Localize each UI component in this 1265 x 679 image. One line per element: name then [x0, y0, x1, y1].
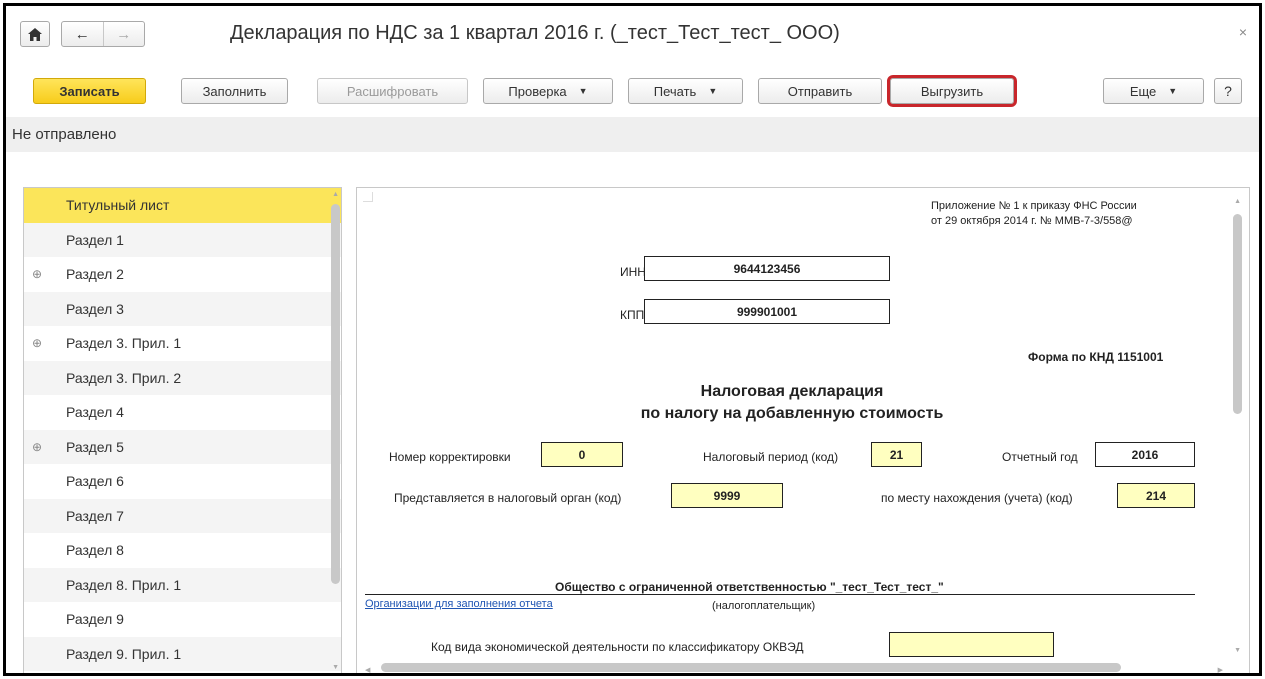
kpp-field[interactable]: 999901001 — [644, 299, 890, 324]
section-item[interactable]: Титульный лист — [24, 188, 341, 223]
window-title: Декларация по НДС за 1 квартал 2016 г. (… — [230, 22, 840, 44]
chevron-down-icon: ▼ — [1168, 86, 1178, 96]
form-vertical-scrollbar[interactable] — [1233, 214, 1242, 414]
heading-line-1: Налоговая декларация — [700, 383, 884, 400]
heading-line-2: по налогу на добавленную стоимость — [640, 405, 944, 422]
section-item[interactable]: Раздел 3 — [24, 291, 341, 326]
okved-label: Код вида экономической деятельности по к… — [431, 640, 804, 654]
section-item-label: Раздел 9. Прил. 1 — [66, 645, 182, 662]
tax-period-field[interactable]: 21 — [871, 442, 922, 467]
form-viewer: Приложение № 1 к приказу ФНС России от 2… — [356, 187, 1250, 673]
section-item[interactable]: Раздел 1 — [24, 222, 341, 257]
section-item-label: Раздел 5 — [66, 438, 124, 455]
help-button[interactable]: ? — [1214, 78, 1242, 104]
home-button[interactable] — [20, 21, 50, 47]
form-horizontal-scrollbar[interactable] — [381, 663, 1121, 672]
section-item-label: Раздел 7 — [66, 507, 124, 524]
section-item[interactable]: Раздел 8 — [24, 533, 341, 568]
back-arrow-icon: ← — [74, 25, 90, 43]
check-label: Проверка — [508, 83, 567, 99]
scroll-down-icon[interactable]: ▼ — [1234, 647, 1241, 654]
location-code-label: по месту нахождения (учета) (код) — [881, 491, 1073, 505]
expand-icon[interactable]: ⊕ — [32, 267, 42, 281]
send-button[interactable]: Отправить — [758, 78, 882, 104]
section-item[interactable]: Раздел 3. Прил. 2 — [24, 360, 341, 395]
page-corner — [363, 192, 373, 202]
appendix-line-2: от 29 октября 2014 г. № ММВ-7-3/558@ — [931, 215, 1133, 227]
print-dropdown-button[interactable]: Печать ▼ — [628, 78, 743, 104]
report-year-label: Отчетный год — [1002, 450, 1078, 464]
scroll-down-icon[interactable]: ▼ — [332, 664, 339, 671]
section-item-label: Раздел 3. Прил. 1 — [66, 335, 182, 352]
back-button[interactable]: ← — [62, 22, 103, 46]
appendix-line-1: Приложение № 1 к приказу ФНС России — [931, 200, 1137, 212]
section-item[interactable]: Раздел 4 — [24, 395, 341, 430]
section-item-label: Раздел 2 — [66, 266, 124, 283]
section-item[interactable]: Раздел 9. Прил. 1 — [24, 636, 341, 671]
section-item[interactable]: Раздел 8. Прил. 1 — [24, 567, 341, 602]
fill-button[interactable]: Заполнить — [181, 78, 288, 104]
report-year-field[interactable]: 2016 — [1095, 442, 1195, 467]
section-list-scrollbar[interactable] — [331, 204, 340, 584]
correction-number-label: Номер корректировки — [389, 450, 511, 464]
navigation-group: ← → — [61, 21, 145, 47]
section-item-label: Раздел 1 — [66, 231, 124, 248]
section-item[interactable]: ⊕ Раздел 5 — [24, 429, 341, 464]
scroll-up-icon[interactable]: ▲ — [332, 191, 339, 198]
scroll-right-icon[interactable]: ▶ — [1218, 666, 1223, 673]
forward-button[interactable]: → — [102, 22, 145, 46]
print-label: Печать — [653, 83, 697, 99]
tax-authority-field[interactable]: 9999 — [671, 483, 783, 508]
section-item-label: Раздел 6 — [66, 473, 124, 490]
decode-button[interactable]: Расшифровать — [317, 78, 468, 104]
organization-name: Общество с ограниченной ответственностью… — [555, 580, 944, 594]
section-item-label: Раздел 3. Прил. 2 — [66, 369, 182, 386]
declaration-window: ← → Декларация по НДС за 1 квартал 2016 … — [3, 3, 1262, 676]
expand-icon[interactable]: ⊕ — [32, 440, 42, 454]
section-item-label: Раздел 8. Прил. 1 — [66, 576, 182, 593]
title-bar: ← → Декларация по НДС за 1 квартал 2016 … — [6, 6, 1259, 64]
organization-underline — [365, 594, 1195, 595]
section-items: Титульный лист Раздел 1 ⊕ Раздел 2 Раздел 3 ⊕… — [24, 188, 341, 671]
section-item[interactable]: Раздел 6 — [24, 464, 341, 499]
more-label: Еще — [1129, 83, 1157, 99]
chevron-down-icon: ▼ — [708, 86, 718, 96]
section-item[interactable]: Раздел 9 — [24, 602, 341, 637]
section-item-label: Титульный лист — [66, 197, 170, 214]
home-icon — [28, 27, 42, 41]
chevron-down-icon: ▼ — [578, 86, 588, 96]
forward-arrow-icon: → — [116, 25, 132, 43]
scroll-up-icon[interactable]: ▲ — [1234, 198, 1241, 205]
expand-icon[interactable]: ⊕ — [32, 336, 42, 350]
organizations-link[interactable]: Организации для заполнения отчета — [365, 598, 553, 610]
tax-period-label: Налоговый период (код) — [703, 450, 839, 464]
okved-field[interactable] — [889, 632, 1054, 657]
tax-authority-label: Представляется в налоговый орган (код) — [394, 491, 622, 505]
section-item[interactable]: ⊕ Раздел 3. Прил. 1 — [24, 326, 341, 361]
inn-field[interactable]: 9644123456 — [644, 256, 890, 281]
scroll-left-icon[interactable]: ◀ — [365, 666, 370, 673]
inn-label: ИНН — [620, 265, 646, 279]
kpp-label: КПП — [620, 308, 645, 322]
command-bar: Записать Заполнить Расшифровать Проверка… — [6, 74, 1259, 110]
section-item-label: Раздел 4 — [66, 404, 124, 421]
section-list: Титульный лист Раздел 1 ⊕ Раздел 2 Раздел 3 ⊕… — [23, 187, 342, 673]
location-code-field[interactable]: 214 — [1117, 483, 1195, 508]
section-item[interactable]: Раздел 7 — [24, 498, 341, 533]
section-item-label: Раздел 3 — [66, 300, 124, 317]
section-item-label: Раздел 9 — [66, 611, 124, 628]
close-icon[interactable]: × — [1239, 24, 1247, 40]
status-text: Не отправлено — [6, 117, 1259, 152]
section-item[interactable]: ⊕ Раздел 2 — [24, 257, 341, 292]
save-button[interactable]: Записать — [33, 78, 146, 104]
knd-form-code: Форма по КНД 1151001 — [1028, 350, 1164, 364]
export-button[interactable]: Выгрузить — [887, 75, 1017, 107]
correction-number-field[interactable]: 0 — [541, 442, 623, 467]
section-item-label: Раздел 8 — [66, 542, 124, 559]
more-dropdown-button[interactable]: Еще ▼ — [1103, 78, 1204, 104]
taxpayer-caption: (налогоплательщик) — [712, 600, 816, 612]
check-dropdown-button[interactable]: Проверка ▼ — [483, 78, 613, 104]
